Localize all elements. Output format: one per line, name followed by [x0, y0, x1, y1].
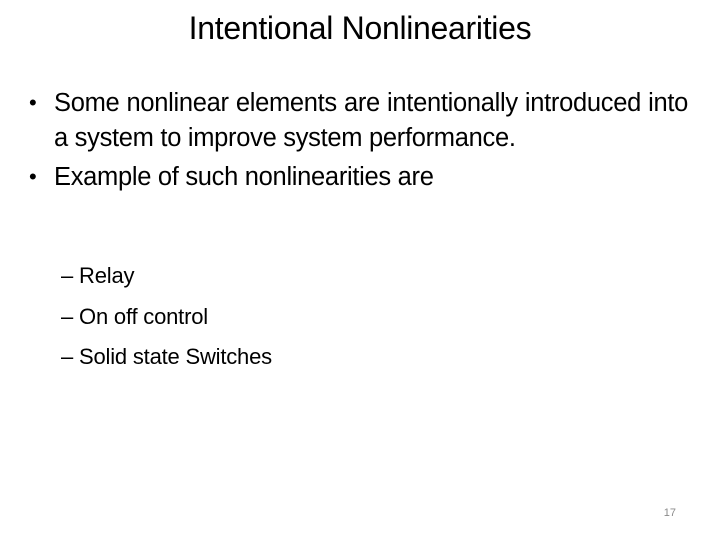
slide-title: Intentional Nonlinearities	[188, 10, 532, 46]
sub-bullet-item: – On off control	[61, 297, 272, 338]
sub-bullet-text: On off control	[79, 303, 208, 329]
sub-bullet-item: – Solid state Switches	[61, 337, 272, 378]
page-number: 17	[663, 507, 676, 519]
sub-bullet-text: Solid state Switches	[79, 344, 272, 369]
bullet-marker: •	[29, 90, 37, 115]
sub-bullet-item: – Relay	[61, 256, 272, 297]
bullet-list: • Some nonlinear elements are intentiona…	[24, 86, 688, 200]
sub-bullet-list: – Relay – On off control – Solid state Swit…	[61, 256, 272, 378]
bullet-marker: •	[29, 164, 37, 189]
sub-bullet-text: Relay	[79, 263, 135, 288]
dash-marker: –	[61, 344, 74, 369]
bullet-item: • Some nonlinear elements are intentiona…	[24, 86, 688, 155]
bullet-text: Example of such nonlinearities are	[54, 163, 434, 191]
bullet-text: Some nonlinear elements are intentionall…	[54, 89, 688, 152]
dash-marker: –	[61, 263, 74, 288]
dash-marker: –	[61, 303, 74, 329]
bullet-item: • Example of such nonlinearities are	[24, 160, 688, 195]
